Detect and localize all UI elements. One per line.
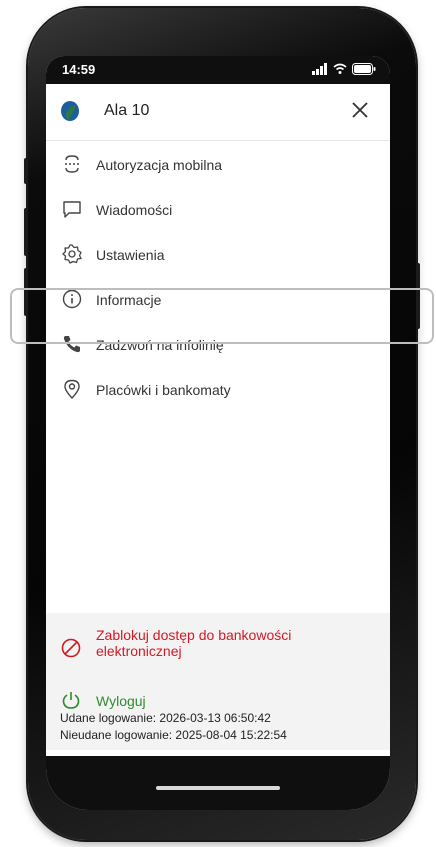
battery-icon — [352, 63, 376, 75]
volume-up-button — [24, 208, 28, 256]
menu-label: Ustawienia — [96, 246, 165, 263]
gear-icon — [62, 244, 82, 264]
app-screen: 14:59 Ala 10 Autoryzacja mobilna Wiadomo… — [46, 56, 390, 810]
status-bar: 14:59 — [46, 56, 390, 84]
menu-label: Autoryzacja mobilna — [96, 156, 223, 173]
block-access-button[interactable]: Zablokuj dostęp do bankowości elektronic… — [46, 623, 390, 673]
logout-label: Wyloguj — [96, 693, 146, 709]
status-time: 14:59 — [62, 62, 96, 77]
menu-item-branches-atms[interactable]: Placówki i bankomaty — [46, 367, 390, 412]
avatar[interactable] — [60, 100, 80, 122]
last-failed-login: Nieudane logowanie: 2025-08-04 15:22:54 — [60, 728, 287, 742]
wifi-icon — [333, 63, 347, 74]
signal-icon — [312, 63, 327, 75]
side-menu: Autoryzacja mobilna Wiadomości Ustawieni… — [46, 142, 390, 412]
login-info: Udane logowanie: 2026-03-13 06:50:42 Nie… — [46, 710, 390, 750]
menu-item-mobile-authorization[interactable]: Autoryzacja mobilna — [46, 142, 390, 187]
mute-switch — [24, 158, 28, 184]
last-successful-login: Udane logowanie: 2026-03-13 06:50:42 — [60, 711, 271, 725]
power-icon — [62, 692, 80, 709]
menu-label: Placówki i bankomaty — [96, 381, 231, 398]
message-icon — [63, 201, 81, 218]
home-bar-area — [46, 756, 390, 810]
user-name: Ala 10 — [104, 102, 150, 119]
block-access-label: Zablokuj dostęp do bankowości elektronic… — [96, 627, 292, 659]
menu-header: Ala 10 — [46, 84, 390, 141]
menu-item-settings[interactable]: Ustawienia — [46, 232, 390, 277]
home-indicator[interactable] — [156, 786, 280, 790]
mobile-authorization-icon — [65, 155, 79, 173]
menu-label: Wiadomości — [96, 201, 173, 218]
status-icons — [312, 63, 376, 75]
location-pin-icon — [64, 379, 80, 400]
close-icon[interactable] — [348, 98, 372, 122]
menu-item-messages[interactable]: Wiadomości — [46, 187, 390, 232]
highlight-frame — [10, 288, 434, 344]
block-icon — [61, 638, 81, 658]
